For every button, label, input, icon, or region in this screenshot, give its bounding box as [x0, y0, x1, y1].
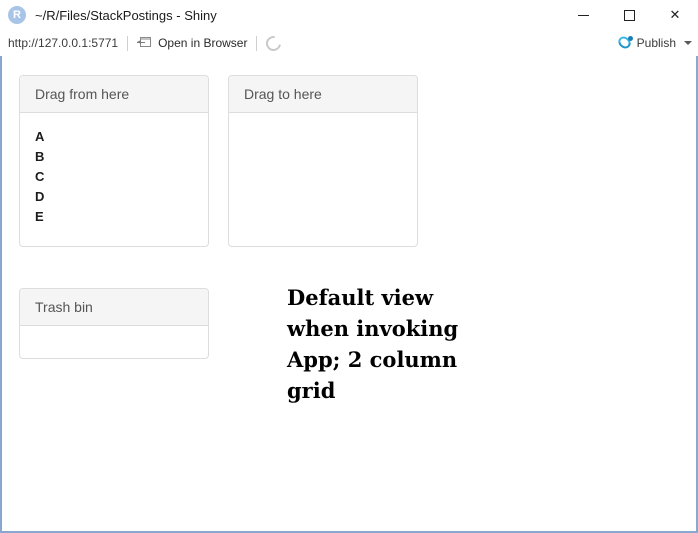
maximize-button[interactable]	[606, 0, 652, 30]
list-item[interactable]: B	[35, 147, 193, 167]
maximize-icon	[623, 9, 635, 21]
window-title: ~/R/Files/StackPostings - Shiny	[35, 7, 217, 23]
publish-button[interactable]: Publish	[615, 30, 676, 56]
list-item[interactable]: D	[35, 187, 193, 207]
minimize-icon	[577, 14, 589, 16]
panel-drag-to-title: Drag to here	[229, 76, 417, 113]
panel-drag-from-title: Drag from here	[20, 76, 208, 113]
close-button[interactable]: ✕	[652, 0, 698, 30]
toolbar-divider-2	[256, 35, 258, 51]
refresh-button[interactable]	[263, 30, 285, 56]
publish-group: Publish	[615, 30, 692, 56]
publish-icon	[615, 34, 633, 51]
r-logo-icon: R	[8, 6, 26, 24]
window-titlebar: R ~/R/Files/StackPostings - Shiny ✕	[0, 0, 698, 30]
panel-drag-from-body[interactable]: A B C D E	[20, 113, 208, 244]
toolbar-divider	[127, 35, 129, 51]
annotation-text: Default view when invoking App; 2 column…	[287, 285, 459, 403]
publish-label: Publish	[636, 36, 676, 50]
minimize-button[interactable]	[560, 0, 606, 30]
open-in-browser-label: Open in Browser	[158, 36, 248, 50]
panel-drag-from: Drag from here A B C D E	[19, 75, 209, 247]
panel-drag-to: Drag to here	[228, 75, 418, 247]
panel-drag-to-body[interactable]	[229, 113, 417, 244]
list-item[interactable]: A	[35, 127, 193, 147]
refresh-icon	[263, 32, 285, 54]
app-toolbar: http://127.0.0.1:5771 Open in Browser Pu…	[0, 30, 698, 57]
list-item[interactable]: E	[35, 207, 193, 227]
panel-trash-bin-title: Trash bin	[20, 289, 208, 326]
shiny-app-viewport: Drag from here A B C D E Drag to here Tr…	[0, 56, 698, 533]
url-label: http://127.0.0.1:5771	[8, 36, 119, 50]
list-item[interactable]: C	[35, 167, 193, 187]
open-in-browser-icon	[137, 37, 152, 49]
window-controls: ✕	[560, 0, 698, 30]
panel-trash-bin-body[interactable]	[20, 326, 208, 356]
panel-trash-bin: Trash bin	[19, 288, 209, 359]
open-in-browser-button[interactable]: Open in Browser	[137, 30, 247, 56]
chevron-down-icon[interactable]	[684, 41, 692, 45]
